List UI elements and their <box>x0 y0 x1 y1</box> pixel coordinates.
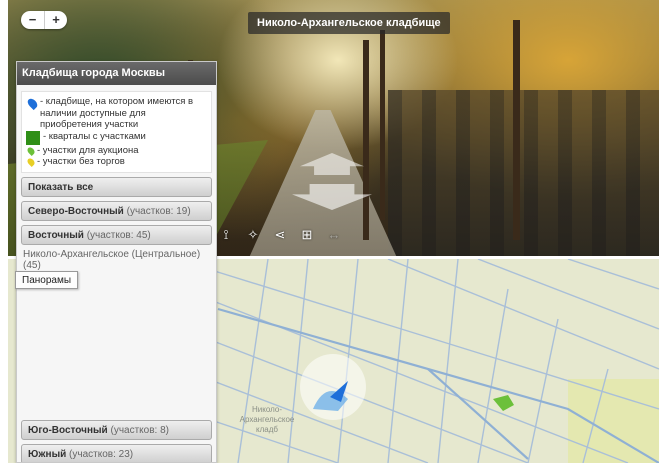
panorama-zoom-controls: − + <box>21 11 67 29</box>
map-pin-icon <box>25 96 40 111</box>
legend-label: - кварталы с участками <box>43 130 146 142</box>
panorama-graves <box>388 90 659 256</box>
district-name: Северо-Восточный <box>28 205 124 217</box>
district-count: (участков: 19) <box>126 205 191 217</box>
district-name: Юго-Восточный <box>28 425 108 436</box>
district-button-east[interactable]: Восточный (участков: 45) <box>21 224 212 245</box>
district-count: (участков: 45) <box>86 229 151 241</box>
tree-trunk <box>380 30 385 220</box>
legend-label: - кладбище, на котором имеются в наличии… <box>40 96 194 130</box>
panorama-title: Николо-Архангельское кладбище <box>248 12 450 34</box>
district-button-north-east[interactable]: Северо-Восточный (участков: 19) <box>21 200 212 221</box>
green-pin-icon <box>26 145 36 156</box>
map-cemetery-label: Николо-Архангельское кладб <box>239 405 295 434</box>
panoramas-tooltip: Панорамы <box>15 271 79 289</box>
grid-icon[interactable]: ⊞ <box>299 227 315 243</box>
legend-row-quarters: - кварталы с участками <box>26 130 207 145</box>
legend-label: - участки для аукциона <box>37 144 139 156</box>
district-button-south-east[interactable]: Юго-Восточный (участков: 8) <box>21 420 212 440</box>
sidebar-title: Кладбища города Москвы <box>17 62 216 85</box>
show-all-button[interactable]: Показать все <box>21 176 212 197</box>
district-name: Восточный <box>28 229 84 241</box>
person-icon[interactable]: ⟟ <box>218 227 234 243</box>
bottom-district-list: Юго-Восточный (участков: 8) Южный (участ… <box>17 420 216 462</box>
yellow-pin-icon <box>26 157 36 167</box>
legend-row-no-auction: - участки без торгов <box>26 156 207 168</box>
compass-icon[interactable]: ✧ <box>245 227 261 243</box>
legend-row-auction: - участки для аукциона <box>26 145 207 157</box>
cemetery-list-item[interactable]: Николо-Архангельское (Центральное) (45) <box>23 249 210 271</box>
legend-row-cemetery: - кладбище, на котором имеются в наличии… <box>25 96 207 131</box>
cemetery-sidebar: Кладбища города Москвы - кладбище, на ко… <box>16 61 217 463</box>
share-icon[interactable]: ⋖ <box>272 227 288 243</box>
map-legend: - кладбище, на котором имеются в наличии… <box>21 91 212 173</box>
tree-trunk <box>363 40 369 240</box>
tree-trunk <box>513 20 520 240</box>
expand-icon[interactable]: ↔ <box>326 227 342 243</box>
district-count: (участков: 8) <box>110 425 169 436</box>
zoom-out-button[interactable]: − <box>21 11 44 29</box>
panorama-toolbar: ⟟ ✧ ⋖ ⊞ ↔ <box>218 226 342 244</box>
district-count: (участков: 23) <box>69 449 134 460</box>
zoom-in-button[interactable]: + <box>44 11 67 29</box>
district-name: Южный <box>28 449 67 460</box>
show-all-label: Показать все <box>28 181 94 193</box>
district-button-south[interactable]: Южный (участков: 23) <box>21 444 212 462</box>
green-square-icon <box>26 130 40 145</box>
legend-label: - участки без торгов <box>37 156 125 167</box>
